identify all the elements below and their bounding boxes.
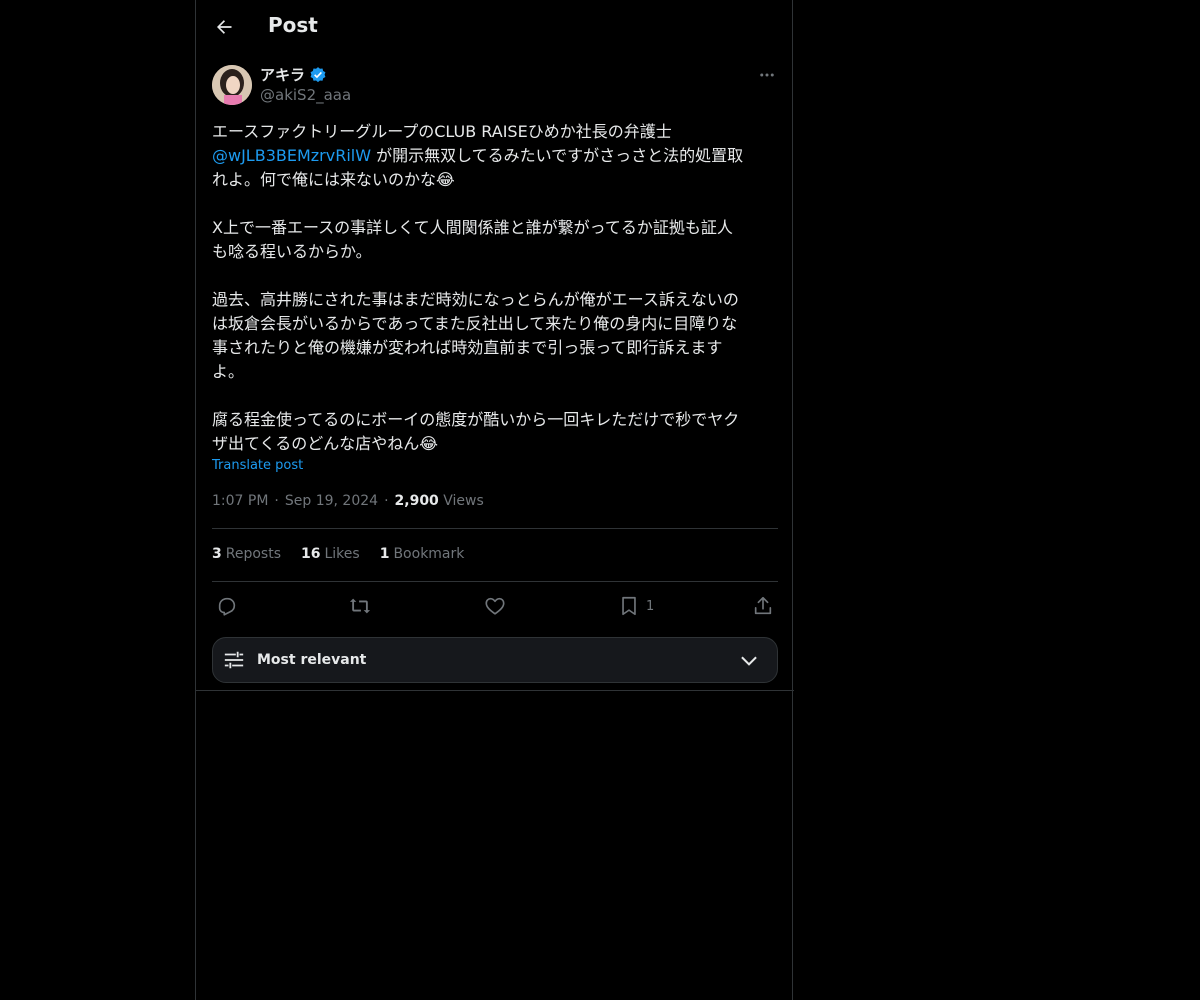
chevron-down-icon — [741, 656, 757, 666]
reposts-stat[interactable]: 3 Reposts — [212, 546, 281, 562]
views-label: Views — [443, 493, 484, 509]
reply-button[interactable] — [216, 591, 238, 621]
post-text: エースファクトリーグループのCLUB RAISEひめか社長の弁護士 @wJLB3… — [212, 120, 778, 456]
bookmarks-stat[interactable]: 1 Bookmark — [380, 546, 465, 562]
divider — [196, 690, 794, 691]
bookmark-icon — [622, 596, 636, 616]
page-title: Post — [268, 13, 318, 37]
meta-separator: · — [384, 493, 389, 509]
engagement-stats: 3 Reposts 16 Likes 1 Bookmark — [212, 546, 464, 562]
post-text-line: れよ。何で俺には来ないのかな😂 — [212, 170, 455, 189]
post-date[interactable]: Sep 19, 2024 — [285, 493, 378, 509]
reposts-label: Reposts — [225, 546, 281, 562]
repost-icon — [349, 598, 371, 614]
like-button[interactable] — [484, 591, 506, 621]
post-meta: 1:07 PM · Sep 19, 2024 · 2,900 Views — [212, 493, 484, 509]
translate-post-link[interactable]: Translate post — [212, 458, 303, 473]
likes-count: 16 — [301, 546, 321, 562]
sliders-icon — [224, 651, 244, 669]
bookmark-button[interactable]: 1 — [618, 591, 654, 621]
views-count: 2,900 — [394, 493, 439, 509]
bookmarks-label: Bookmark — [393, 546, 465, 562]
reposts-count: 3 — [212, 546, 222, 562]
post-paragraph: 腐る程金使ってるのにボーイの態度が酷いから一回キレただけで秒でヤク ザ出てくるの… — [212, 410, 740, 453]
heart-icon — [485, 597, 505, 615]
post-column: Post アキラ @akiS2_aaa エースファクトリーグループのCLUB R… — [195, 0, 794, 1000]
mention-link[interactable]: @wJLB3BEMzrvRilW — [212, 146, 371, 165]
share-button[interactable] — [752, 591, 774, 621]
post-time[interactable]: 1:07 PM — [212, 493, 268, 509]
author-handle[interactable]: @akiS2_aaa — [260, 86, 351, 104]
share-icon — [754, 596, 772, 615]
post-paragraph: 過去、高井勝にされた事はまだ時効になっとらんが俺がエース訴えないの は坂倉会長が… — [212, 290, 739, 381]
post-text-line: が開示無双してるみたいですがさっさと法的処置取 — [371, 146, 744, 165]
likes-stat[interactable]: 16 Likes — [301, 546, 360, 562]
meta-separator: · — [274, 493, 279, 509]
bookmarks-count: 1 — [379, 546, 390, 562]
post-actions: 1 — [212, 591, 778, 621]
likes-label: Likes — [324, 546, 360, 562]
author-name-row[interactable]: アキラ — [260, 64, 327, 85]
reply-sort-dropdown[interactable]: Most relevant — [212, 637, 778, 683]
back-button[interactable] — [208, 11, 240, 43]
verified-badge-icon — [310, 66, 326, 82]
post-header: Post — [196, 0, 794, 54]
avatar[interactable] — [212, 65, 252, 105]
post-paragraph: X上で一番エースの事詳しくて人間関係誰と誰が繋がってるか証拠も証人 も唸る程いる… — [212, 218, 733, 261]
sort-label: Most relevant — [257, 652, 367, 668]
divider — [212, 581, 778, 582]
arrow-left-icon — [217, 20, 232, 34]
views-stat: 2,900 Views — [395, 493, 484, 509]
more-horizontal-icon — [760, 73, 774, 77]
post-text-line: エースファクトリーグループのCLUB RAISEひめか社長の弁護士 — [212, 122, 672, 141]
bookmark-count: 1 — [646, 598, 655, 614]
repost-button[interactable] — [349, 591, 371, 621]
reply-icon — [218, 597, 236, 616]
author-display-name[interactable]: アキラ — [260, 64, 305, 85]
more-options-button[interactable] — [756, 64, 778, 86]
divider — [212, 528, 778, 529]
avatar-image — [212, 65, 252, 105]
